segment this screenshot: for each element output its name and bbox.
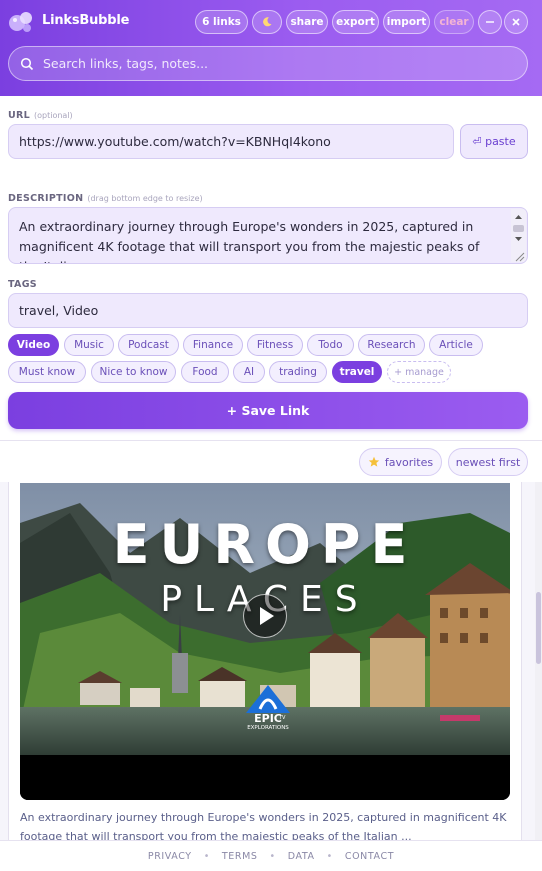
clear-button[interactable]: clear <box>434 10 474 34</box>
search-input[interactable] <box>43 47 513 80</box>
url-hint: (optional) <box>33 111 73 120</box>
list-scrollbar[interactable] <box>535 482 542 840</box>
tag-chip-food[interactable]: Food <box>181 361 229 383</box>
app-title: LinksBubble <box>42 13 130 28</box>
minimize-button[interactable] <box>478 10 502 34</box>
tag-chip-finance[interactable]: Finance <box>183 334 243 356</box>
description-hint: (drag bottom edge to resize) <box>87 194 203 203</box>
footer-link-data[interactable]: DATA <box>288 851 315 862</box>
manage-tags-button[interactable]: + manage <box>387 361 451 383</box>
export-button[interactable]: export <box>332 10 379 34</box>
video-thumbnail[interactable]: EUROPE PLACES EPIC EXPLORATIONS TV <box>20 483 510 800</box>
tag-chip-todo[interactable]: Todo <box>307 334 354 356</box>
url-label: URL (optional) <box>8 110 73 121</box>
import-button[interactable]: import <box>383 10 430 34</box>
paste-button[interactable]: ⏎ paste <box>460 124 528 159</box>
app-header: LinksBubble 6 links share export import … <box>0 0 542 96</box>
search-icon <box>20 57 34 71</box>
link-description: An extraordinary journey through Europe'… <box>20 811 507 840</box>
favorites-filter-button[interactable]: favorites <box>359 448 442 476</box>
tag-chip-research[interactable]: Research <box>358 334 425 356</box>
play-button[interactable] <box>243 594 287 638</box>
tag-chip-trading[interactable]: trading <box>269 361 327 383</box>
footer-separator: • <box>269 850 276 862</box>
search-bar <box>8 46 528 81</box>
channel-badge: EPIC EXPLORATIONS TV <box>246 685 290 739</box>
bubble-logo-icon <box>9 12 32 32</box>
description-label: DESCRIPTION (drag bottom edge to resize) <box>8 193 203 204</box>
badge-subtext: EXPLORATIONS <box>247 725 289 731</box>
tags-input[interactable]: travel, Video <box>8 293 528 328</box>
tag-chip-article[interactable]: Article <box>429 334 483 356</box>
star-icon <box>368 456 380 467</box>
tag-chip-travel[interactable]: travel <box>332 361 382 383</box>
scrollbar-thumb[interactable] <box>536 592 541 664</box>
save-link-button[interactable]: + Save Link <box>8 392 528 429</box>
close-icon <box>512 18 520 26</box>
footer-separator: • <box>203 850 210 862</box>
share-button[interactable]: share <box>286 10 328 34</box>
badge-tv: TV <box>279 715 286 721</box>
url-input[interactable]: https://www.youtube.com/watch?v=KBNHqI4k… <box>8 124 454 159</box>
description-textarea[interactable]: An extraordinary journey through Europe'… <box>8 207 528 264</box>
links-count-badge[interactable]: 6 links <box>195 10 248 34</box>
tag-chip-must-know[interactable]: Must know <box>8 361 86 383</box>
footer-link-terms[interactable]: TERMS <box>222 851 258 862</box>
moon-icon <box>263 17 272 27</box>
tags-label: TAGS <box>8 279 37 290</box>
play-icon <box>260 607 274 625</box>
tag-chip-video[interactable]: Video <box>8 334 59 356</box>
footer: PRIVACY • TERMS • DATA • CONTACT <box>0 840 542 871</box>
tag-chip-nice-to-know[interactable]: Nice to know <box>91 361 176 383</box>
close-button[interactable] <box>504 10 528 34</box>
footer-separator: • <box>326 850 333 862</box>
tag-chip-podcast[interactable]: Podcast <box>118 334 179 356</box>
footer-link-privacy[interactable]: PRIVACY <box>148 851 192 862</box>
sort-button[interactable]: newest first <box>448 448 528 476</box>
section-divider <box>0 440 542 441</box>
favorites-label: favorites <box>384 455 434 469</box>
description-text: An extraordinary journey through Europe'… <box>19 219 480 263</box>
theme-toggle-button[interactable] <box>252 10 282 34</box>
textarea-scrollbar[interactable] <box>511 209 526 262</box>
tag-chip-music[interactable]: Music <box>64 334 114 356</box>
minimize-icon <box>486 21 494 23</box>
tag-chip-ai[interactable]: AI <box>233 361 265 383</box>
tag-chip-fitness[interactable]: Fitness <box>247 334 303 356</box>
footer-link-contact[interactable]: CONTACT <box>345 851 394 862</box>
epic-logo-icon <box>246 685 290 713</box>
thumbnail-title: EUROPE <box>112 513 418 576</box>
